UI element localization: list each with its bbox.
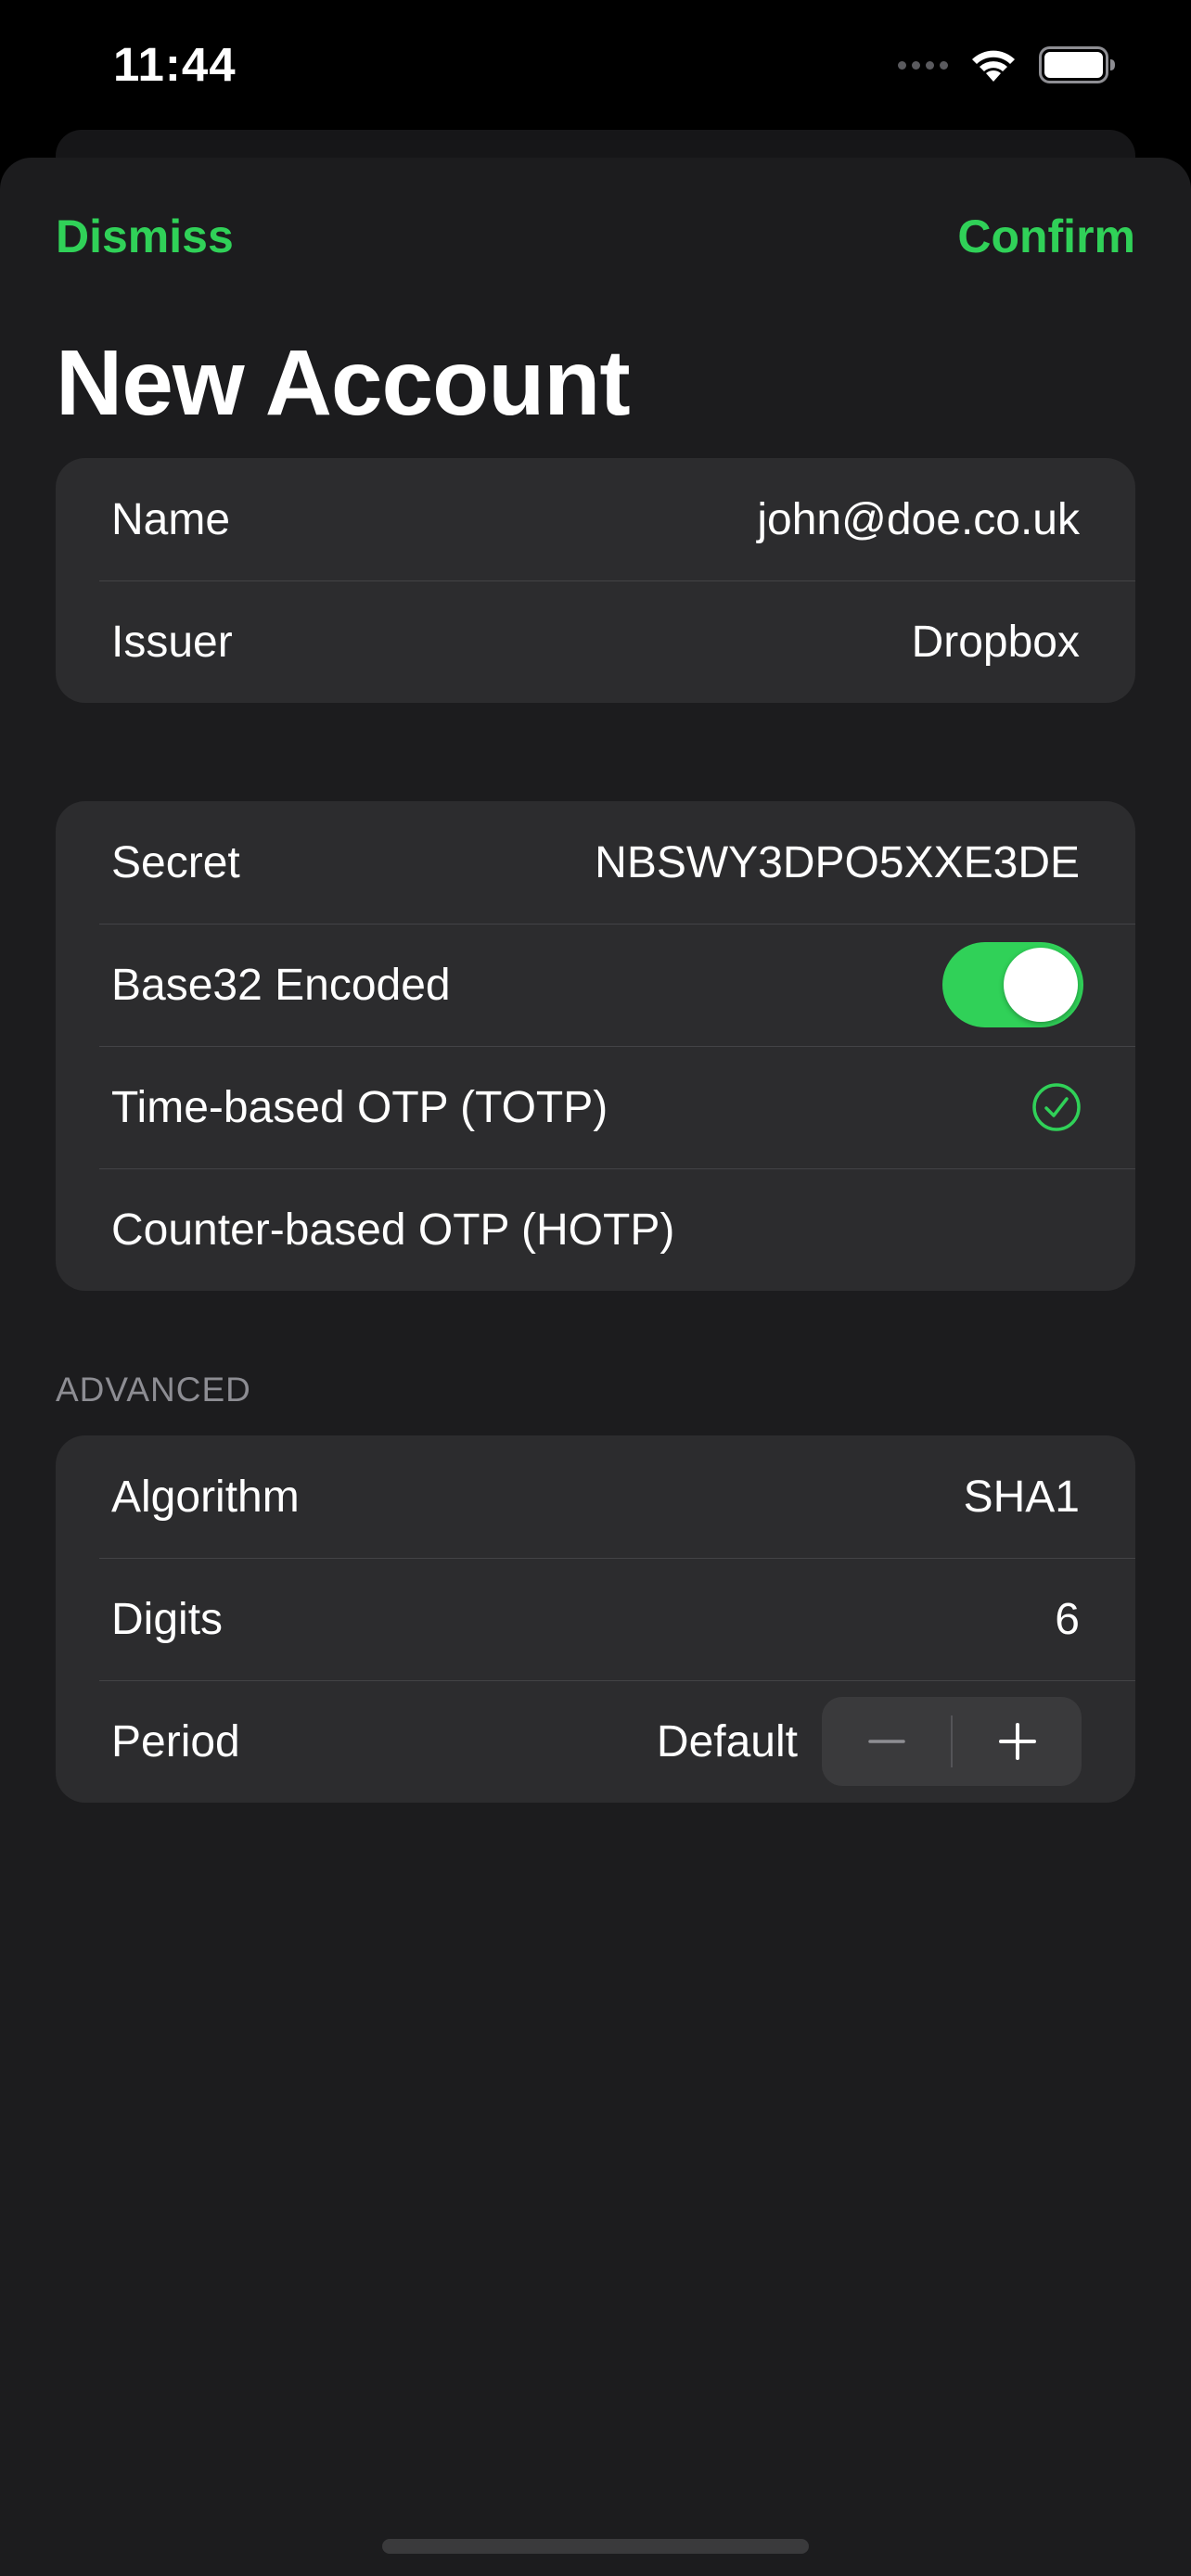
name-label: Name — [111, 494, 231, 544]
period-row: Period Default — [56, 1680, 1135, 1803]
account-group: Name john@doe.co.uk Issuer Dropbox — [56, 458, 1135, 703]
status-icons — [898, 46, 1117, 83]
confirm-button[interactable]: Confirm — [957, 210, 1135, 263]
minus-icon — [867, 1740, 905, 1743]
battery-icon — [1039, 46, 1115, 83]
toggle-knob — [1004, 948, 1078, 1022]
issuer-field[interactable]: Dropbox — [912, 617, 1080, 668]
advanced-group: Algorithm SHA1 Digits 6 Period Default — [56, 1435, 1135, 1803]
secret-label: Secret — [111, 837, 240, 887]
hotp-label: Counter-based OTP (HOTP) — [111, 1205, 675, 1255]
algorithm-value[interactable]: SHA1 — [964, 1472, 1080, 1523]
issuer-label: Issuer — [111, 617, 233, 667]
decrement-button[interactable] — [822, 1697, 951, 1786]
totp-option-row[interactable]: Time-based OTP (TOTP) — [56, 1046, 1135, 1168]
algorithm-row[interactable]: Algorithm SHA1 — [56, 1435, 1135, 1558]
secret-field[interactable]: NBSWY3DPO5XXE3DE — [595, 837, 1080, 888]
wifi-icon — [972, 50, 1015, 82]
period-label: Period — [111, 1716, 240, 1766]
issuer-row[interactable]: Issuer Dropbox — [56, 580, 1135, 703]
period-value: Default — [656, 1716, 798, 1766]
cellular-signal-icon — [898, 60, 948, 70]
period-stepper[interactable] — [822, 1697, 1082, 1786]
home-indicator — [382, 2539, 809, 2554]
base32-label: Base32 Encoded — [111, 960, 451, 1010]
status-time: 11:44 — [113, 38, 237, 91]
page-title: New Account — [56, 331, 631, 435]
dismiss-button[interactable]: Dismiss — [56, 210, 234, 263]
name-field[interactable]: john@doe.co.uk — [757, 494, 1080, 545]
name-row[interactable]: Name john@doe.co.uk — [56, 458, 1135, 580]
digits-label: Digits — [111, 1594, 224, 1644]
algorithm-label: Algorithm — [111, 1472, 300, 1522]
secret-group: Secret NBSWY3DPO5XXE3DE Base32 Encoded T… — [56, 801, 1135, 1291]
base32-toggle[interactable] — [942, 942, 1083, 1027]
totp-label: Time-based OTP (TOTP) — [111, 1082, 608, 1132]
digits-row[interactable]: Digits 6 — [56, 1558, 1135, 1680]
plus-icon — [998, 1723, 1036, 1760]
increment-button[interactable] — [953, 1697, 1082, 1786]
checkmark-circle-icon — [1032, 1083, 1081, 1131]
hotp-option-row[interactable]: Counter-based OTP (HOTP) — [56, 1168, 1135, 1291]
digits-value[interactable]: 6 — [1055, 1594, 1080, 1645]
status-bar: 11:44 — [0, 0, 1191, 139]
secret-row[interactable]: Secret NBSWY3DPO5XXE3DE — [56, 801, 1135, 924]
advanced-section-header: ADVANCED — [56, 1371, 251, 1409]
base32-row: Base32 Encoded — [56, 924, 1135, 1046]
